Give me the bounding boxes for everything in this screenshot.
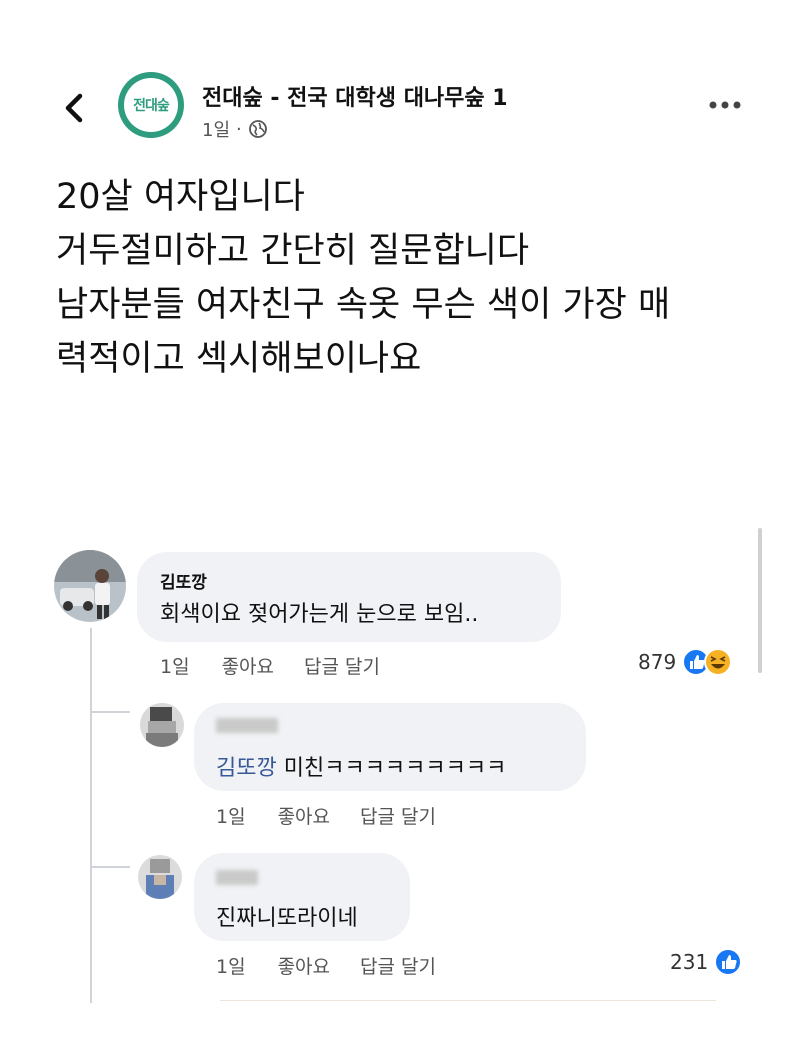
globe-icon <box>248 120 267 138</box>
thread-branch <box>90 711 130 713</box>
page-avatar-text: 전대숲 <box>133 98 170 114</box>
scrollbar[interactable] <box>758 528 762 673</box>
thread-line <box>90 628 92 1003</box>
like-button[interactable]: 좋아요 <box>222 652 274 679</box>
meta-separator: · <box>236 118 242 140</box>
comment-actions: 1일 좋아요 답글 달기 <box>216 952 436 979</box>
like-button[interactable]: 좋아요 <box>278 952 330 979</box>
back-button[interactable] <box>60 88 90 128</box>
comment-text: 회색이요 젖어가는게 눈으로 보임.. <box>160 602 479 627</box>
comment-text: 김또깡 미친ㅋㅋㅋㅋㅋㅋㅋㅋㅋ <box>216 750 506 782</box>
comment-actions: 1일 좋아요 답글 달기 <box>216 802 436 829</box>
reply-button[interactable]: 답글 달기 <box>360 952 436 979</box>
page-avatar[interactable]: 전대숲 <box>118 72 184 138</box>
comment-author[interactable]: 김또깡 <box>160 568 207 593</box>
blurred-profile-icon <box>140 703 184 747</box>
comment-time[interactable]: 1일 <box>216 952 246 979</box>
comment-time[interactable]: 1일 <box>160 652 190 679</box>
avatar[interactable] <box>54 550 126 622</box>
reaction-summary[interactable]: 231 <box>670 948 743 976</box>
mention-link[interactable]: 김또깡 <box>216 756 277 781</box>
page-name[interactable]: 전대숲 - 전국 대학생 대나무숲 1 <box>202 80 508 112</box>
reaction-summary[interactable]: 879 <box>638 648 733 676</box>
blurred-author-name <box>216 718 278 733</box>
reply-button[interactable]: 답글 달기 <box>360 802 436 829</box>
comment-text: 진짜니또라이네 <box>216 906 358 931</box>
like-button[interactable]: 좋아요 <box>278 802 330 829</box>
post-body: 20살 여자입니다 거두절미하고 간단히 질문합니다 남자분들 여자친구 속옷 … <box>56 170 776 386</box>
post-meta: 1일 · <box>202 116 268 142</box>
profile-photo-icon <box>54 550 126 622</box>
post-line: 력적이고 섹시해보이나요 <box>56 339 422 379</box>
chevron-left-icon <box>65 93 83 123</box>
more-dots-icon <box>709 101 741 109</box>
avatar[interactable] <box>138 855 182 899</box>
comment-text-body: 미친ㅋㅋㅋㅋㅋㅋㅋㅋㅋ <box>276 756 507 781</box>
haha-icon <box>704 648 733 676</box>
post-line: 20살 여자입니다 <box>56 177 305 217</box>
post-line: 거두절미하고 간단히 질문합니다 <box>56 231 530 271</box>
blurred-profile-icon <box>138 855 182 899</box>
thread-branch <box>90 866 130 868</box>
blurred-author-name <box>216 870 258 885</box>
post-time[interactable]: 1일 <box>202 116 230 142</box>
reaction-count: 231 <box>670 950 709 974</box>
more-options-button[interactable] <box>705 95 745 115</box>
avatar[interactable] <box>140 703 184 747</box>
reply-button[interactable]: 답글 달기 <box>304 652 380 679</box>
comment-actions: 1일 좋아요 답글 달기 <box>160 652 380 679</box>
divider <box>220 1000 716 1001</box>
like-icon <box>714 948 743 976</box>
reaction-count: 879 <box>638 650 677 674</box>
post-line: 남자분들 여자친구 속옷 무슨 색이 가장 매 <box>56 285 671 325</box>
comment-time[interactable]: 1일 <box>216 802 246 829</box>
